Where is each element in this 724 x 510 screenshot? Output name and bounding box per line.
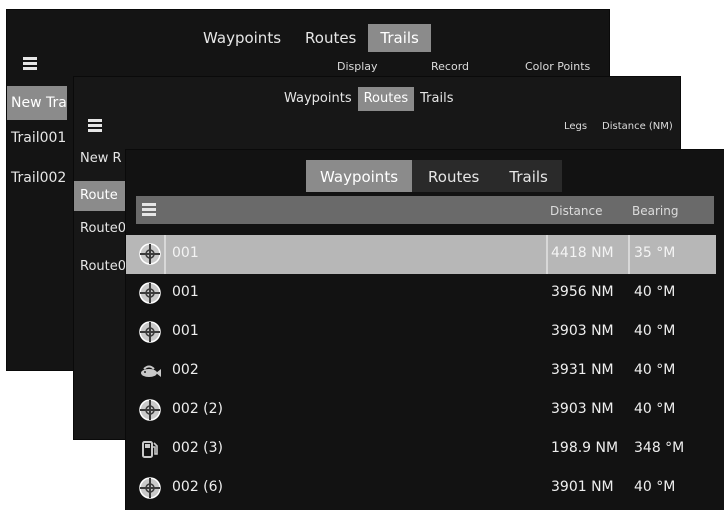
- tab-trails[interactable]: Trails: [368, 24, 431, 52]
- waypoints-panel: Waypoints Routes Trails Distance Bearing…: [126, 150, 724, 510]
- waypoint-icon: [138, 476, 162, 500]
- table-row[interactable]: 001 4418 NM 35 °M: [126, 235, 716, 274]
- column-header-record: Record: [431, 60, 470, 73]
- tab-waypoints[interactable]: Waypoints: [306, 160, 413, 192]
- tab-trails[interactable]: Trails: [495, 160, 562, 192]
- waypoint-distance: 3903 NM: [551, 401, 614, 417]
- waypoint-distance: 3931 NM: [551, 362, 614, 378]
- table-row[interactable]: 002 (6) 3901 NM 40 °M: [126, 469, 716, 508]
- waypoint-bearing: 40 °M: [634, 362, 676, 378]
- waypoint-bearing: 40 °M: [634, 401, 676, 417]
- waypoint-name: 001: [172, 284, 199, 300]
- waypoint-bearing: 40 °M: [634, 284, 676, 300]
- tab-trails[interactable]: Trails: [414, 87, 459, 111]
- table-row[interactable]: 002 (2) 3903 NM 40 °M: [126, 391, 716, 430]
- column-separator: [628, 235, 630, 274]
- list-item-new-route[interactable]: New R: [80, 151, 122, 166]
- tab-waypoints[interactable]: Waypoints: [191, 24, 293, 52]
- list-item-route-2[interactable]: Route0: [80, 221, 126, 236]
- column-header-display: Display: [337, 60, 378, 73]
- column-header-bearing: Bearing: [632, 204, 679, 218]
- column-header-color-points: Color Points: [525, 60, 591, 73]
- waypoint-name: 002 (2): [172, 401, 224, 417]
- list-item-trail002[interactable]: Trail002: [11, 170, 66, 186]
- waypoint-icon: [138, 320, 162, 344]
- list-item-new-trail[interactable]: New Tra: [7, 86, 67, 120]
- waypoint-bearing: 348 °M: [634, 440, 685, 456]
- list-item-route-3[interactable]: Route0: [80, 259, 126, 274]
- waypoint-name: 001: [172, 323, 199, 339]
- table-row[interactable]: 001 3956 NM 40 °M: [126, 274, 716, 313]
- column-header-legs: Legs: [564, 121, 588, 132]
- waypoint-distance: 3956 NM: [551, 284, 614, 300]
- list-header-bar: [136, 196, 714, 224]
- waypoint-name: 002 (6): [172, 479, 224, 495]
- list-item-trail001[interactable]: Trail001: [11, 130, 66, 146]
- menu-icon[interactable]: [23, 57, 37, 70]
- waypoint-icon: [138, 398, 162, 422]
- waypoint-name: 002 (3): [172, 440, 224, 456]
- list-item-route[interactable]: Route: [74, 181, 130, 211]
- tab-waypoints[interactable]: Waypoints: [278, 87, 358, 111]
- waypoint-distance: 3903 NM: [551, 323, 614, 339]
- tab-routes[interactable]: Routes: [357, 87, 415, 111]
- waypoint-distance: 4418 NM: [551, 245, 614, 261]
- waypoint-icon: [138, 242, 162, 266]
- table-row[interactable]: 001 3903 NM 40 °M: [126, 313, 716, 352]
- column-separator: [164, 235, 166, 274]
- trails-tab-bar: Waypoints Routes Trails: [191, 24, 431, 52]
- column-separator: [546, 235, 548, 274]
- waypoint-bearing: 40 °M: [634, 479, 676, 495]
- menu-icon[interactable]: [88, 119, 102, 132]
- column-header-distance-nm: Distance (NM): [602, 121, 673, 132]
- tab-routes[interactable]: Routes: [293, 24, 368, 52]
- fish-icon: [138, 359, 162, 383]
- table-row[interactable]: 002 (3) 198.9 NM 348 °M: [126, 430, 716, 469]
- waypoint-bearing: 35 °M: [634, 245, 676, 261]
- waypoint-icon: [138, 281, 162, 305]
- fuel-icon: [138, 437, 162, 461]
- waypoint-distance: 3901 NM: [551, 479, 614, 495]
- menu-icon[interactable]: [142, 203, 156, 216]
- column-header-distance: Distance: [550, 204, 603, 218]
- waypoint-name: 002: [172, 362, 199, 378]
- routes-tab-bar: Waypoints Routes Trails: [278, 87, 459, 111]
- waypoint-distance: 198.9 NM: [551, 440, 619, 456]
- waypoint-bearing: 40 °M: [634, 323, 676, 339]
- table-row[interactable]: 002 3931 NM 40 °M: [126, 352, 716, 391]
- waypoint-name: 001: [172, 245, 199, 261]
- waypoints-tab-bar: Waypoints Routes Trails: [306, 160, 562, 192]
- tab-routes[interactable]: Routes: [412, 160, 496, 192]
